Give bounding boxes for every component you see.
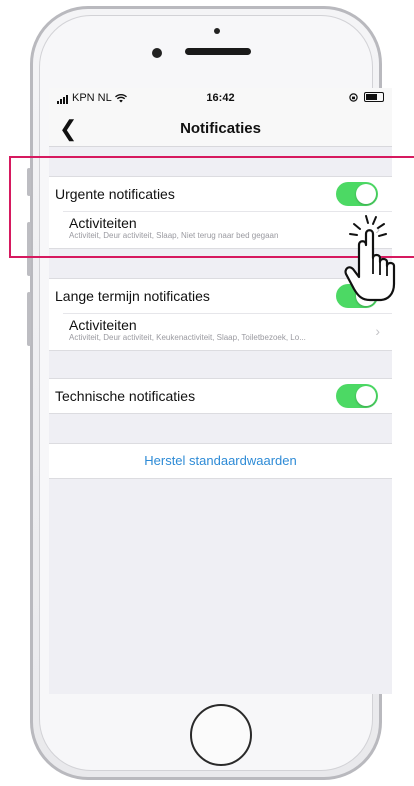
status-bar: KPN NL 16:42 xyxy=(49,88,392,110)
chevron-right-icon: › xyxy=(375,323,380,339)
status-right xyxy=(349,92,384,102)
technical-toggle-row: Technische notificaties xyxy=(49,379,392,413)
navigation-bar: ❮ Notificaties xyxy=(49,110,392,147)
technical-label: Technische notificaties xyxy=(55,388,196,404)
front-camera xyxy=(152,48,162,58)
hand-pointer-tap-icon xyxy=(344,215,396,302)
battery-icon xyxy=(364,92,384,102)
proximity-sensor xyxy=(214,28,220,34)
longterm-activities-desc: Activiteit, Deur activiteit, Keukenactiv… xyxy=(69,333,306,342)
volume-down-button xyxy=(27,292,31,346)
status-time: 16:42 xyxy=(206,92,235,104)
home-button[interactable] xyxy=(190,704,252,766)
longterm-activities-title: Activiteiten xyxy=(69,317,137,333)
orientation-lock-icon xyxy=(349,92,358,102)
technical-toggle[interactable] xyxy=(336,384,378,408)
reset-defaults-button[interactable]: Herstel standaardwaarden xyxy=(49,443,392,479)
technical-group: Technische notificaties xyxy=(49,378,392,414)
earpiece-speaker xyxy=(185,48,251,55)
longterm-label: Lange termijn notificaties xyxy=(55,288,210,304)
longterm-activities-row[interactable]: Activiteiten Activiteit, Deur activiteit… xyxy=(63,313,392,350)
page-title: Notificaties xyxy=(180,120,261,137)
